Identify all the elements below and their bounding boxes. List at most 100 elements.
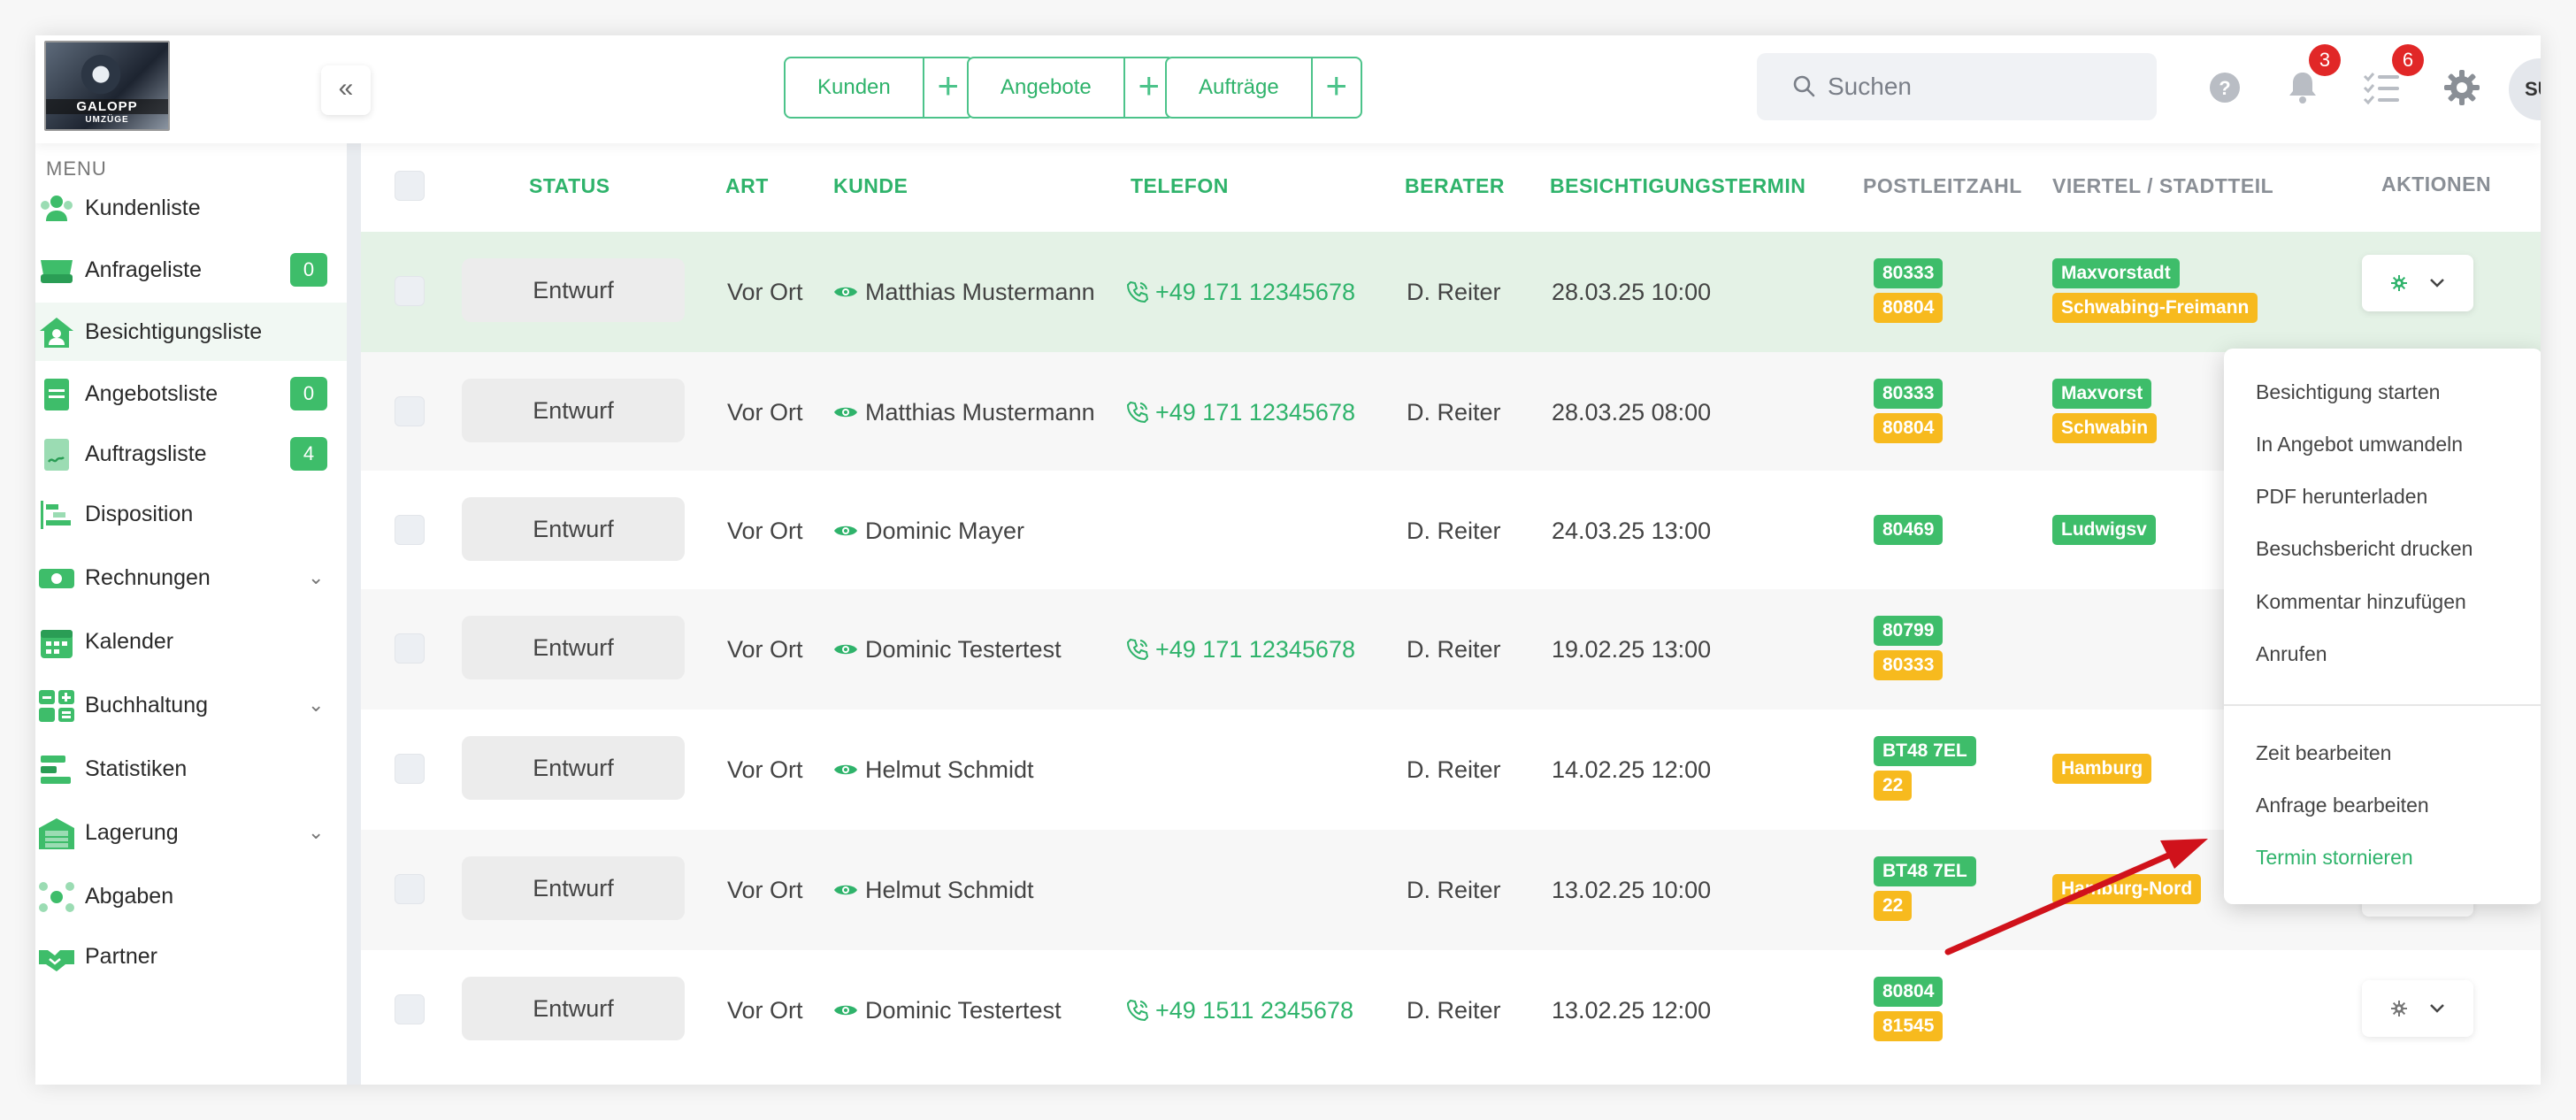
inbox-icon: [41, 260, 73, 283]
quick-angebote-link[interactable]: Angebote: [969, 58, 1125, 117]
sidebar-item-rechnungen[interactable]: Rechnungen ⌄: [35, 548, 347, 607]
menu-item-anrufen[interactable]: Anrufen: [2256, 642, 2327, 666]
eye-icon[interactable]: [833, 404, 858, 420]
kunde-name: Dominic Mayer: [865, 517, 1025, 544]
status-button[interactable]: Entwurf: [462, 379, 685, 442]
kunde-cell[interactable]: Dominic Testertest: [833, 950, 1062, 1070]
kunde-cell[interactable]: Helmut Schmidt: [833, 710, 1034, 830]
termin-cell: 28.03.25 10:00: [1552, 278, 1712, 305]
menu-item-besuchsbericht-drucken[interactable]: Besuchsbericht drucken: [2256, 537, 2472, 561]
menu-item-zeit-bearbeiten[interactable]: Zeit bearbeiten: [2256, 741, 2391, 765]
table-row[interactable]: Entwurf Vor Ort Matthias Mustermann +49 1…: [361, 352, 2541, 472]
sidebar-item-kalender[interactable]: Kalender: [35, 612, 347, 671]
collapse-sidebar-button[interactable]: «: [321, 65, 371, 115]
row-actions-button[interactable]: [2362, 255, 2473, 311]
row-checkbox[interactable]: [395, 994, 425, 1024]
telefon-cell[interactable]: +49 1511 2345678: [1125, 950, 1353, 1070]
eye-icon[interactable]: [833, 882, 858, 898]
sidebar-item-label: Kundenliste: [85, 195, 201, 220]
status-button[interactable]: Entwurf: [462, 497, 685, 561]
berater-cell: D. Reiter: [1407, 756, 1501, 783]
kunde-cell[interactable]: Matthias Mustermann: [833, 232, 1095, 352]
table-row[interactable]: Entwurf Vor Ort Dominic Mayer D. Reiter 24.…: [361, 471, 2541, 591]
settings-gear-icon[interactable]: [2440, 65, 2484, 110]
sidebar-item-disposition[interactable]: Disposition: [35, 485, 347, 543]
status-button[interactable]: Entwurf: [462, 856, 685, 920]
header-telefon[interactable]: TELEFON: [1131, 143, 1229, 228]
menu-item-termin-stornieren[interactable]: Termin stornieren: [2256, 846, 2413, 870]
art-cell: Vor Ort: [727, 635, 803, 663]
art-cell: Vor Ort: [727, 876, 803, 903]
sidebar-item-kundenliste[interactable]: Kundenliste: [35, 179, 347, 237]
row-checkbox[interactable]: [395, 874, 425, 904]
menu-item-besichtigung-starten[interactable]: Besichtigung starten: [2256, 380, 2440, 404]
count-badge: 0: [290, 377, 327, 410]
eye-icon[interactable]: [833, 762, 858, 778]
row-checkbox[interactable]: [395, 754, 425, 784]
add-auftrag-button[interactable]: +: [1313, 58, 1361, 117]
sidebar-item-label: Besichtigungsliste: [85, 318, 263, 344]
table-row[interactable]: Entwurf Vor Ort Dominic Testertest +49 15…: [361, 950, 2541, 1070]
kunde-cell[interactable]: Matthias Mustermann: [833, 352, 1095, 472]
quick-kunden-link[interactable]: Kunden: [786, 58, 924, 117]
header-art[interactable]: ART: [725, 143, 769, 228]
kunde-name: Helmut Schmidt: [865, 756, 1034, 783]
search-input[interactable]: [1828, 65, 2128, 108]
sidebar-item-besichtigungsliste[interactable]: Besichtigungsliste: [35, 303, 347, 361]
menu-item-pdf-herunterladen[interactable]: PDF herunterladen: [2256, 485, 2427, 509]
telefon-cell[interactable]: +49 171 12345678: [1125, 352, 1355, 472]
warehouse-icon: [39, 818, 74, 849]
menu-item-kommentar-hinzufuegen[interactable]: Kommentar hinzufügen: [2256, 590, 2466, 614]
telefon-cell[interactable]: +49 171 12345678: [1125, 589, 1355, 710]
header-status[interactable]: STATUS: [529, 143, 610, 228]
status-button[interactable]: Entwurf: [462, 977, 685, 1040]
eye-icon[interactable]: [833, 641, 858, 657]
header-berater[interactable]: BERATER: [1405, 143, 1505, 228]
status-button[interactable]: Entwurf: [462, 616, 685, 679]
document-icon: [44, 379, 69, 410]
kunde-name: Matthias Mustermann: [865, 398, 1095, 426]
sidebar-item-statistiken[interactable]: Statistiken: [35, 740, 347, 798]
company-logo[interactable]: GALOPP UMZÜGE: [44, 41, 170, 131]
telefon-number: +49 1511 2345678: [1155, 996, 1353, 1024]
eye-icon[interactable]: [833, 523, 858, 539]
sidebar-item-partner[interactable]: Partner: [35, 927, 347, 986]
header-besichtigungstermin[interactable]: BESICHTIGUNGSTERMIN: [1550, 143, 1806, 228]
row-actions-dropdown: Besichtigung starten In Angebot umwandel…: [2224, 349, 2541, 904]
sidebar-item-buchhaltung[interactable]: Buchhaltung ⌄: [35, 676, 347, 734]
sidebar-item-auftragsliste[interactable]: Auftragsliste 4: [35, 425, 347, 483]
table-row[interactable]: Entwurf Vor Ort Matthias Mustermann +49 1…: [361, 232, 2541, 352]
sidebar-item-lagerung[interactable]: Lagerung ⌄: [35, 803, 347, 862]
sidebar-item-anfrageliste[interactable]: Anfrageliste 0: [35, 241, 347, 299]
row-actions-button[interactable]: [2362, 980, 2473, 1037]
table-row[interactable]: Entwurf Vor Ort Helmut Schmidt D. Reiter 13…: [361, 830, 2541, 950]
row-checkbox[interactable]: [395, 396, 425, 426]
status-button[interactable]: Entwurf: [462, 736, 685, 800]
row-checkbox[interactable]: [395, 633, 425, 664]
kunde-cell[interactable]: Dominic Testertest: [833, 589, 1062, 710]
status-button[interactable]: Entwurf: [462, 258, 685, 322]
quick-auftraege-link[interactable]: Aufträge: [1167, 58, 1313, 117]
menu-item-in-angebot-umwandeln[interactable]: In Angebot umwandeln: [2256, 433, 2463, 456]
help-icon[interactable]: ?: [2203, 65, 2247, 110]
kunde-cell[interactable]: Dominic Mayer: [833, 471, 1024, 591]
header-postleitzahl: POSTLEITZAHL: [1863, 174, 2022, 197]
telefon-cell[interactable]: +49 171 12345678: [1125, 232, 1355, 352]
row-checkbox[interactable]: [395, 515, 425, 545]
sidebar-item-angebotsliste[interactable]: Angebotsliste 0: [35, 364, 347, 423]
table-row[interactable]: Entwurf Vor Ort Helmut Schmidt D. Reiter 14…: [361, 710, 2541, 830]
sidebar-item-abgaben[interactable]: Abgaben: [35, 867, 347, 925]
user-avatar[interactable]: SU: [2509, 58, 2541, 120]
eye-icon[interactable]: [833, 1002, 858, 1018]
select-all-checkbox[interactable]: [395, 171, 425, 201]
kunde-cell[interactable]: Helmut Schmidt: [833, 830, 1034, 950]
add-kunde-button[interactable]: +: [924, 58, 972, 117]
sidebar-item-label: Anfrageliste: [85, 257, 203, 282]
kunde-name: Matthias Mustermann: [865, 278, 1095, 305]
table-row[interactable]: Entwurf Vor Ort Dominic Testertest +49 17…: [361, 589, 2541, 710]
berater-cell: D. Reiter: [1407, 635, 1501, 663]
eye-icon[interactable]: [833, 284, 858, 300]
row-checkbox[interactable]: [395, 276, 425, 306]
menu-item-anfrage-bearbeiten[interactable]: Anfrage bearbeiten: [2256, 794, 2429, 817]
header-kunde[interactable]: KUNDE: [833, 143, 908, 228]
